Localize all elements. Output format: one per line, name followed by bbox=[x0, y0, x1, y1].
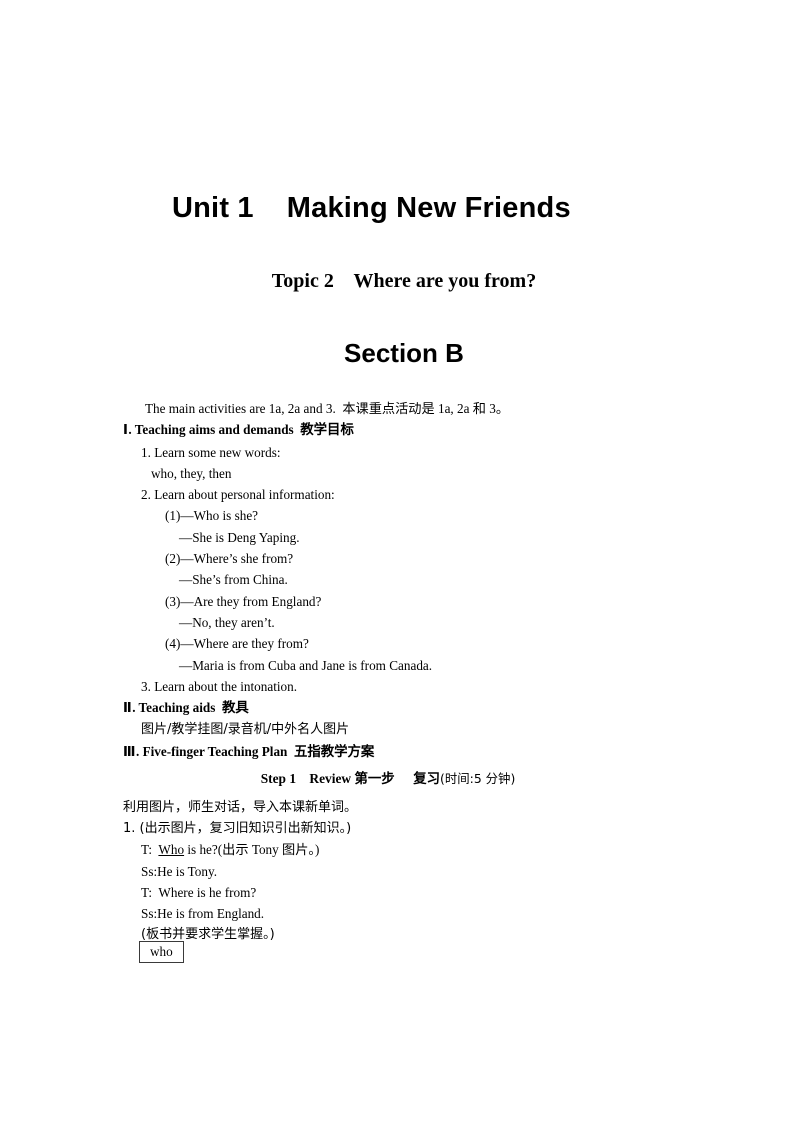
list-item: 图片/教学挂图/录音机/中外名人图片 bbox=[141, 722, 350, 738]
vocabulary-box-label: who bbox=[150, 944, 173, 959]
step-label-en: Step 1 Review bbox=[260, 771, 355, 786]
lower-line: 利用图片，师生对话，导入本课新单词。 bbox=[123, 800, 358, 815]
list-item: —No, they aren’t. bbox=[179, 614, 275, 630]
step-heading: Step 1 Review 第一步 复习(时间:5 分钟) bbox=[0, 769, 800, 790]
list-item: —Maria is from Cuba and Jane is from Can… bbox=[179, 657, 433, 673]
roman-numeral-2: Ⅱ bbox=[123, 700, 133, 716]
section-heading-3: Ⅲ. Five-finger Teaching Plan 五指教学方案 bbox=[123, 741, 723, 763]
section-heading-3-cn: 五指教学方案 bbox=[293, 744, 375, 760]
list-item: 1. Learn some new words: bbox=[141, 444, 281, 460]
dialogue-line-teacher: T: Where is he from? bbox=[141, 884, 257, 900]
section-heading-2: Ⅱ. Teaching aids 教具 bbox=[123, 697, 723, 719]
dialogue-line-teacher: T: Who is he?(出示 Tony 图片。) bbox=[123, 839, 723, 860]
topic-title: Topic 2 Where are you from? bbox=[271, 270, 537, 292]
lower-content: 利用图片，师生对话，导入本课新单词。 1. (出示图片，复习旧知识引出新知识。)… bbox=[123, 797, 723, 945]
list-item: (2)—Where’s she from? bbox=[165, 551, 294, 567]
section-heading-2-cn: 教具 bbox=[221, 701, 249, 717]
dialogue-line-students: Ss:He is from England. bbox=[141, 906, 265, 922]
step-time: (时间:5 分钟) bbox=[440, 771, 516, 786]
dialogue-speaker: T: bbox=[141, 842, 159, 858]
list-item: —She is Deng Yaping. bbox=[179, 529, 300, 545]
dialogue-line-students: Ss:He is Tony. bbox=[141, 863, 218, 879]
main-activities-line: The main activities are 1a, 2a and 3. 本课… bbox=[145, 401, 510, 416]
list-item: who, they, then bbox=[151, 465, 232, 481]
section-heading-3-en: . Five-finger Teaching Plan bbox=[135, 743, 294, 759]
body-content: The main activities are 1a, 2a and 3. 本课… bbox=[123, 398, 723, 763]
list-item: 3. Learn about the intonation. bbox=[141, 678, 298, 694]
section-heading-1: Ⅰ. Teaching aims and demands 教学目标 bbox=[123, 419, 723, 441]
lower-line: (板书并要求学生掌握。) bbox=[141, 927, 275, 943]
vocabulary-box: who bbox=[139, 941, 184, 963]
dialogue-text: is he?(出示 Tony 图片。) bbox=[184, 842, 320, 858]
highlighted-word: Who bbox=[158, 842, 185, 858]
list-item: —She’s from China. bbox=[179, 572, 288, 588]
list-item: 2. Learn about personal information: bbox=[141, 487, 335, 503]
section-heading-1-cn: 教学目标 bbox=[300, 423, 354, 439]
document-page: Unit 1 Making New Friends Topic 2 Where … bbox=[0, 0, 800, 1132]
lower-line: 1. (出示图片，复习旧知识引出新知识。) bbox=[123, 821, 352, 837]
list-item: (4)—Where are they from? bbox=[165, 636, 309, 652]
section-title: Section B bbox=[344, 338, 464, 368]
roman-numeral-3: Ⅲ bbox=[123, 743, 136, 759]
section-heading-2-en: . Teaching aids bbox=[132, 700, 222, 716]
list-item: (3)—Are they from England? bbox=[165, 593, 322, 609]
step-label-cn: 第一步 复习 bbox=[354, 772, 441, 787]
unit-title: Unit 1 Making New Friends bbox=[172, 192, 571, 224]
section-heading-1-en: . Teaching aims and demands bbox=[128, 422, 301, 438]
list-item: (1)—Who is she? bbox=[165, 508, 259, 524]
